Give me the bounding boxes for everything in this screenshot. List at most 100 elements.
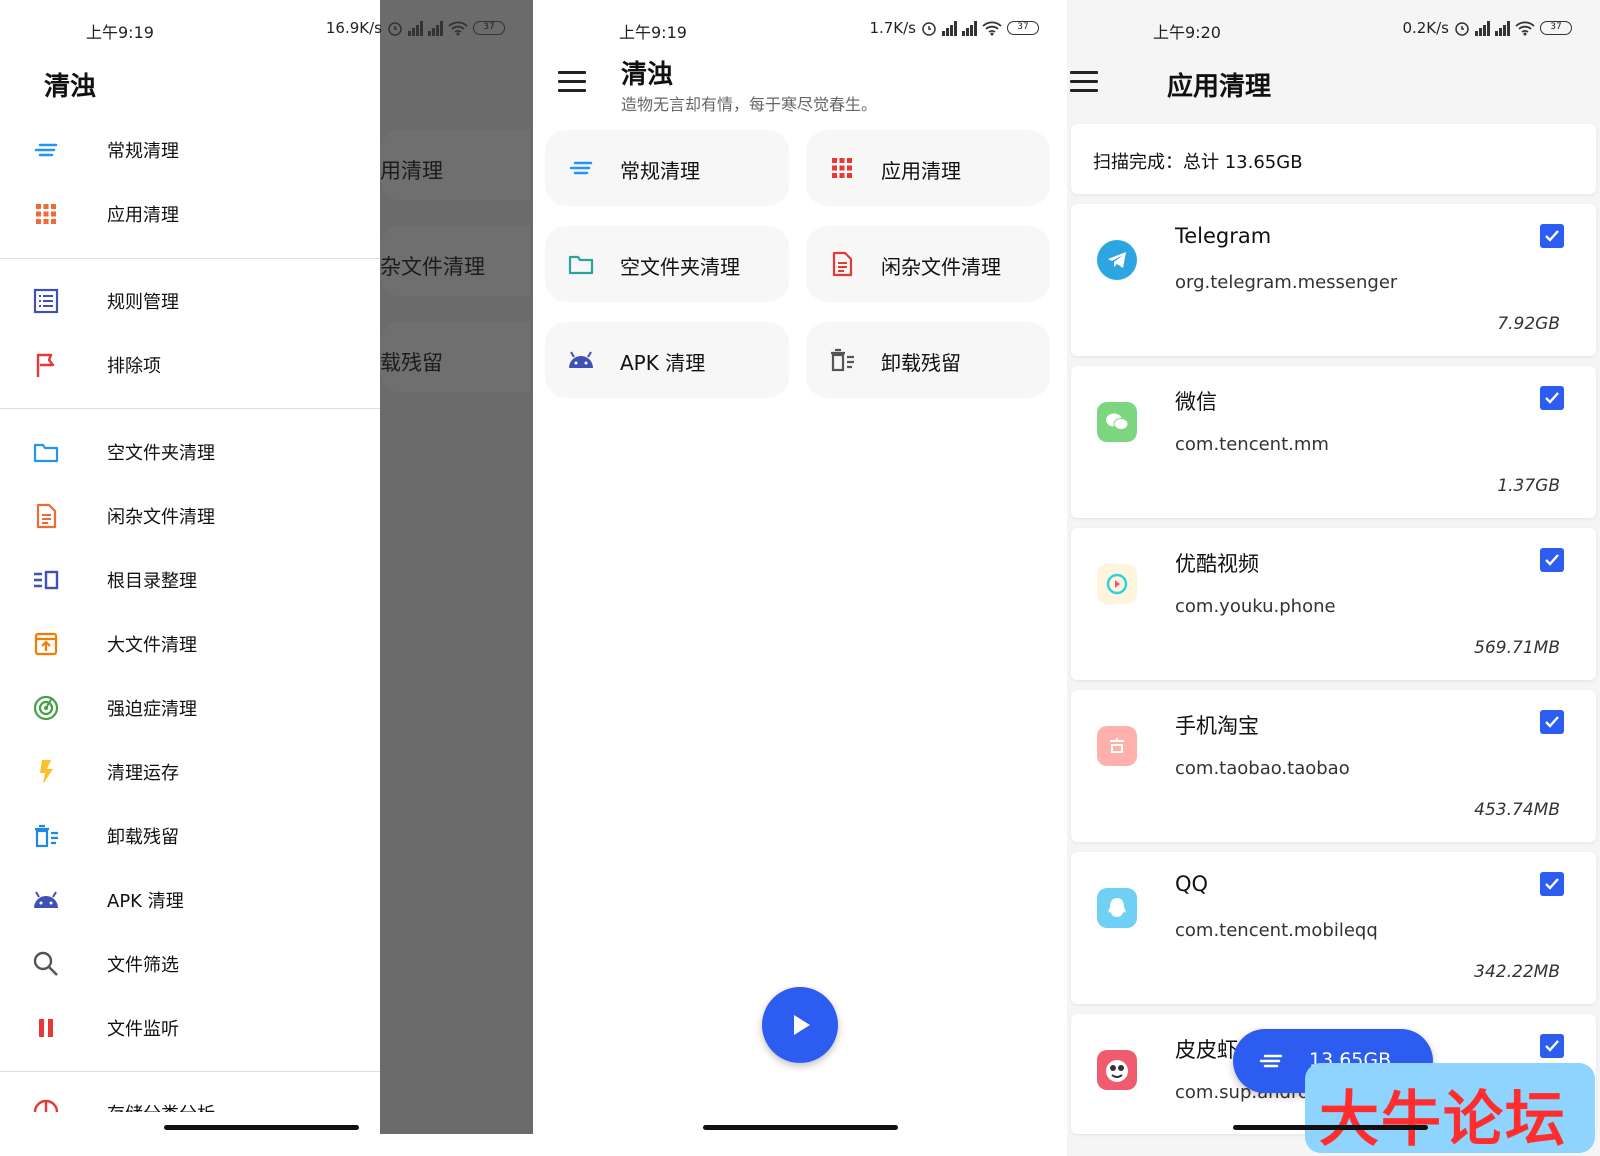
home-indicator[interactable]: [703, 1125, 898, 1130]
app-row-taobao[interactable]: 手机淘宝 com.taobao.taobao 453.74MB: [1071, 690, 1596, 842]
drawer-item-ocd-clean[interactable]: 强迫症清理: [0, 680, 380, 736]
app-checkbox[interactable]: [1540, 1034, 1564, 1058]
alarm-icon: [388, 22, 402, 36]
app-grid-icon: [832, 158, 852, 178]
card-regular-clean[interactable]: 常规清理: [545, 130, 789, 206]
alarm-icon: [1455, 22, 1469, 36]
card-app-clean[interactable]: 应用清理: [806, 130, 1050, 206]
page-title: 清浊: [621, 60, 674, 90]
checkmark-icon: [1545, 1040, 1559, 1052]
scrim-card-label: 载残留: [380, 351, 443, 375]
start-scan-button[interactable]: [762, 987, 838, 1063]
menu-icon[interactable]: [558, 71, 586, 93]
card-label: 空文件夹清理: [620, 255, 740, 279]
app-name: 优酷视频: [1175, 552, 1259, 576]
status-bar: 上午9:19 16.9K/s 37: [0, 16, 505, 42]
signal-icon: [1475, 20, 1490, 36]
app-row-qq[interactable]: QQ com.tencent.mobileqq 342.22MB: [1071, 852, 1596, 1004]
divider: [0, 408, 380, 409]
drawer-item-exclusions[interactable]: 排除项: [0, 337, 380, 393]
app-size: 7.92GB: [1497, 314, 1560, 334]
drawer-item-file-filter[interactable]: 文件筛选: [0, 936, 380, 992]
pie-icon: [33, 1099, 59, 1112]
drawer-item-label: 空文件夹清理: [107, 443, 215, 464]
card-misc-files[interactable]: 闲杂文件清理: [806, 226, 1050, 302]
drawer-item-label: 常规清理: [107, 141, 179, 162]
status-bar: 上午9:20 0.2K/s 37: [1067, 16, 1600, 42]
drawer-item-regular-clean[interactable]: 常规清理: [0, 122, 380, 178]
card-label: 应用清理: [881, 159, 961, 183]
drawer-item-apk-clean[interactable]: APK 清理: [0, 872, 380, 928]
navigation-drawer: 上午9:19 16.9K/s 37 清浊 常规清理 应用清理 规则管理 排除项 …: [0, 0, 505, 1134]
drawer-item-label: 存储分类分析: [107, 1100, 215, 1112]
divider: [0, 1071, 380, 1072]
card-uninstall-residue[interactable]: 卸载残留: [806, 322, 1050, 398]
drawer-item-root-dir[interactable]: 根目录整理: [0, 552, 380, 608]
app-row-wechat[interactable]: 微信 com.tencent.mm 1.37GB: [1071, 366, 1596, 518]
battery-icon: 37: [1540, 21, 1572, 35]
checkmark-icon: [1545, 392, 1559, 404]
drawer-item-uninstall-residue[interactable]: 卸载残留: [0, 808, 380, 864]
folder-icon: [33, 443, 59, 463]
drawer-item-rule-manage[interactable]: 规则管理: [0, 273, 380, 329]
checkmark-icon: [1545, 878, 1559, 890]
drawer-item-label: 文件监听: [107, 1019, 179, 1040]
menu-icon[interactable]: [1070, 71, 1098, 93]
drawer-item-large-files[interactable]: 大文件清理: [0, 616, 380, 672]
page-title: 应用清理: [1167, 72, 1272, 102]
app-checkbox[interactable]: [1540, 548, 1564, 572]
drawer-item-app-clean[interactable]: 应用清理: [0, 186, 380, 242]
app-size: 569.71MB: [1474, 638, 1560, 658]
drawer-item-storage-analysis[interactable]: 存储分类分析: [0, 1090, 380, 1112]
card-empty-folder[interactable]: 空文件夹清理: [545, 226, 789, 302]
scrim-card-label: 用清理: [380, 159, 443, 183]
app-checkbox[interactable]: [1540, 224, 1564, 248]
app-checkbox[interactable]: [1540, 872, 1564, 896]
drawer-screen: 用清理 杂文件清理 载残留 上午9:19 16.9K/s 37 清浊 常规清理 …: [0, 0, 533, 1156]
drawer-item-file-monitor[interactable]: 文件监听: [0, 1000, 380, 1056]
battery-icon: 37: [1007, 21, 1039, 35]
telegram-icon: [1097, 240, 1137, 280]
drawer-item-empty-folder[interactable]: 空文件夹清理: [0, 424, 380, 480]
app-row-youku[interactable]: 优酷视频 com.youku.phone 569.71MB: [1071, 528, 1596, 680]
folder-icon: [568, 255, 594, 275]
status-time: 上午9:19: [86, 23, 154, 42]
sort-lines-icon: [1259, 1054, 1283, 1068]
drawer-item-clean-ram[interactable]: 清理运存: [0, 744, 380, 800]
scrim-card-label: 杂文件清理: [380, 255, 485, 279]
android-icon: [34, 891, 58, 908]
uninstall-residue-icon: [831, 348, 854, 372]
home-indicator[interactable]: [1233, 1125, 1428, 1130]
app-checkbox[interactable]: [1540, 710, 1564, 734]
watermark-text: 大牛论坛: [1319, 1085, 1567, 1155]
signal-icon: [428, 20, 443, 36]
app-size: 342.22MB: [1474, 962, 1560, 982]
rule-list-icon: [33, 288, 59, 314]
card-apk-clean[interactable]: APK 清理: [545, 322, 789, 398]
drawer-item-label: 根目录整理: [107, 571, 197, 592]
signal-icon: [1495, 20, 1510, 36]
network-speed: 0.2K/s: [1402, 19, 1449, 37]
app-checkbox[interactable]: [1540, 386, 1564, 410]
drawer-item-label: 卸载残留: [107, 827, 179, 848]
home-indicator[interactable]: [164, 1125, 359, 1130]
wifi-icon: [982, 21, 1002, 36]
drawer-item-misc-files[interactable]: 闲杂文件清理: [0, 488, 380, 544]
drawer-item-label: 文件筛选: [107, 955, 179, 976]
alarm-icon: [922, 22, 936, 36]
archive-box-icon: [34, 632, 58, 656]
app-name: Telegram: [1175, 224, 1272, 248]
sort-lines-icon: [569, 161, 593, 175]
app-package: com.tencent.mobileqq: [1175, 920, 1378, 941]
drawer-item-label: 闲杂文件清理: [107, 507, 215, 528]
drawer-item-label: 强迫症清理: [107, 699, 197, 720]
app-row-telegram[interactable]: Telegram org.telegram.messenger 7.92GB: [1071, 204, 1596, 356]
app-name: 手机淘宝: [1175, 714, 1259, 738]
checkmark-icon: [1545, 716, 1559, 728]
page-subtitle: 造物无言却有情，每于寒尽觉春生。: [621, 95, 878, 114]
status-time: 上午9:20: [1153, 23, 1221, 42]
app-size: 453.74MB: [1474, 800, 1560, 820]
wechat-icon: [1097, 402, 1137, 442]
drawer-title: 清浊: [44, 72, 97, 102]
scan-summary-text: 扫描完成：总计 13.65GB: [1093, 152, 1303, 173]
